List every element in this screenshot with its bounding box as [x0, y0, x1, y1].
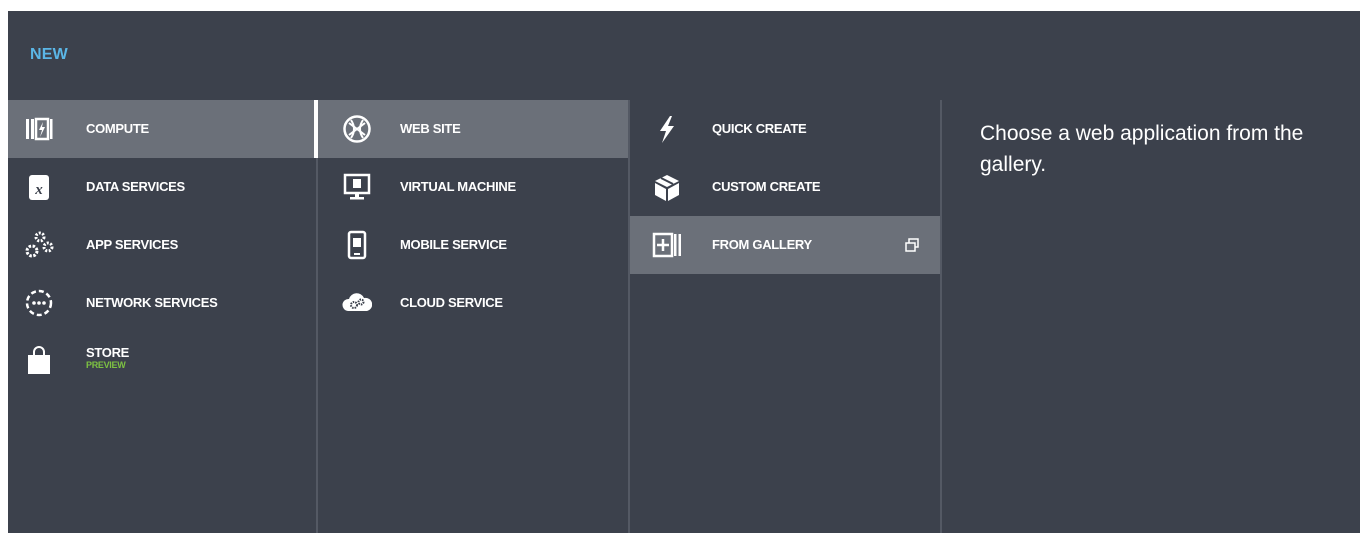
category-label: NETWORK SERVICES	[86, 295, 218, 310]
category-label: STORE	[86, 345, 130, 360]
new-panel: NEW COMPUTE x DATA SERVICES APP SERVICES…	[8, 11, 1360, 533]
lightning-icon	[652, 114, 682, 144]
action-label: QUICK CREATE	[712, 121, 807, 136]
external-window-icon[interactable]	[904, 237, 920, 253]
service-label: VIRTUAL MACHINE	[400, 179, 516, 194]
category-label: DATA SERVICES	[86, 179, 185, 194]
action-label: FROM GALLERY	[712, 237, 812, 252]
compute-icon	[24, 114, 54, 144]
category-label: APP SERVICES	[86, 237, 179, 252]
category-item-data-services[interactable]: x DATA SERVICES	[8, 158, 316, 216]
phone-icon	[342, 230, 372, 260]
description-text: Choose a web application from the galler…	[980, 122, 1304, 176]
gallery-add-icon	[652, 230, 682, 260]
service-item-web-site[interactable]: WEB SITE	[314, 100, 628, 158]
monitor-icon	[342, 172, 372, 202]
category-column: COMPUTE x DATA SERVICES APP SERVICES NET…	[8, 100, 318, 533]
service-item-cloud-service[interactable]: CLOUD SERVICE	[318, 274, 628, 332]
category-item-store[interactable]: STORE PREVIEW	[8, 332, 316, 390]
action-label: CUSTOM CREATE	[712, 179, 821, 194]
data-services-icon: x	[24, 172, 54, 202]
category-item-compute[interactable]: COMPUTE	[8, 100, 316, 158]
network-icon	[24, 288, 54, 318]
action-column: QUICK CREATE CUSTOM CREATE FROM GALLERY	[630, 100, 942, 533]
category-item-network-services[interactable]: NETWORK SERVICES	[8, 274, 316, 332]
service-label: CLOUD SERVICE	[400, 295, 503, 310]
action-item-quick-create[interactable]: QUICK CREATE	[630, 100, 940, 158]
svg-text:x: x	[34, 182, 43, 198]
panel-title: NEW	[30, 46, 68, 63]
globe-icon	[342, 114, 372, 144]
service-item-virtual-machine[interactable]: VIRTUAL MACHINE	[318, 158, 628, 216]
category-item-app-services[interactable]: APP SERVICES	[8, 216, 316, 274]
action-item-from-gallery[interactable]: FROM GALLERY	[630, 216, 940, 274]
action-item-custom-create[interactable]: CUSTOM CREATE	[630, 158, 940, 216]
service-label: WEB SITE	[400, 121, 461, 136]
category-label: COMPUTE	[86, 121, 149, 136]
cloud-gears-icon	[342, 288, 372, 318]
gears-icon	[24, 230, 54, 260]
description-column: Choose a web application from the galler…	[942, 100, 1360, 533]
service-column: WEB SITE VIRTUAL MACHINE MOBILE SERVICE …	[314, 100, 630, 533]
shopping-bag-icon	[24, 346, 54, 376]
service-label: MOBILE SERVICE	[400, 237, 507, 252]
service-item-mobile-service[interactable]: MOBILE SERVICE	[318, 216, 628, 274]
preview-badge: PREVIEW	[86, 360, 126, 370]
box-icon	[652, 172, 682, 202]
